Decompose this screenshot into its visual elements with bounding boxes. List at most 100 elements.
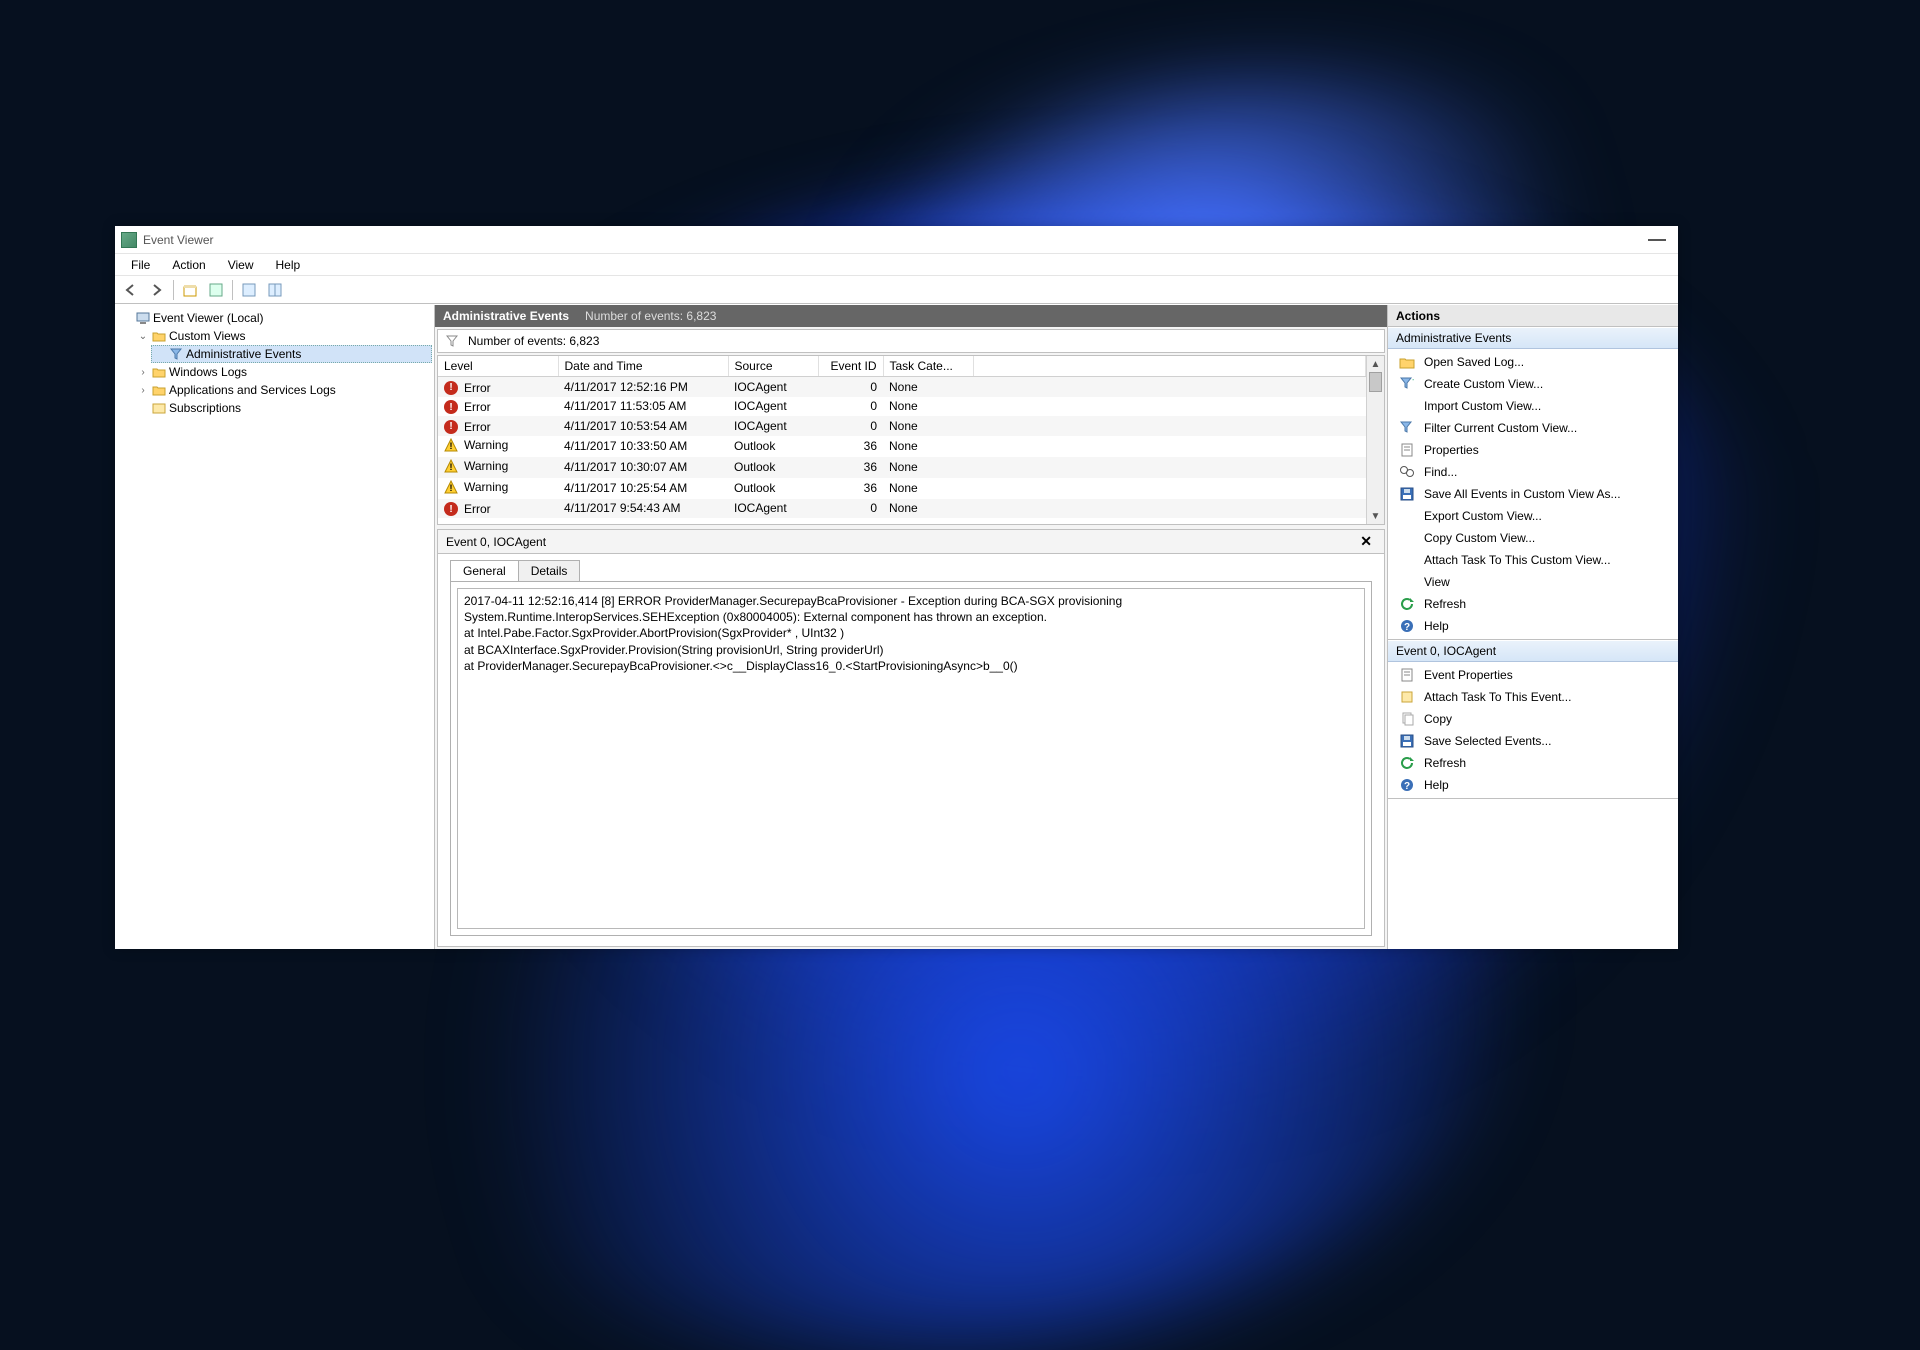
filter-bar: Number of events: 6,823 [437, 329, 1385, 353]
chevron-right-icon[interactable]: › [137, 385, 149, 396]
action-label: Copy [1424, 712, 1452, 726]
minimize-button[interactable] [1648, 239, 1666, 241]
action-item[interactable]: Save All Events in Custom View As... [1388, 483, 1678, 505]
cell-source: Outlook [728, 436, 818, 457]
table-row[interactable]: !Warning4/11/2017 10:25:54 AMOutlook36No… [438, 478, 1366, 499]
error-icon: ! [444, 502, 458, 516]
menu-help[interactable]: Help [266, 256, 311, 274]
cell-eventid: 0 [818, 499, 883, 519]
event-detail-pane: Event 0, IOCAgent ✕ General Details 2017… [437, 529, 1385, 947]
cell-eventid: 0 [818, 397, 883, 417]
error-icon: ! [444, 381, 458, 395]
toolbar-btn-4[interactable] [263, 279, 287, 301]
col-eventid[interactable]: Event ID [818, 356, 883, 377]
col-source[interactable]: Source [728, 356, 818, 377]
event-grid[interactable]: Level Date and Time Source Event ID Task… [437, 355, 1385, 525]
cell-eventid: 36 [818, 478, 883, 499]
close-detail-button[interactable]: ✕ [1356, 533, 1376, 550]
action-item[interactable]: Attach Task To This Custom View... [1388, 549, 1678, 571]
table-row[interactable]: !Error4/11/2017 9:54:43 AMIOCAgent0None [438, 499, 1366, 519]
toolbar-btn-1[interactable] [178, 279, 202, 301]
table-row[interactable]: !Warning4/11/2017 10:30:07 AMOutlook36No… [438, 457, 1366, 478]
table-row[interactable]: !Error4/11/2017 12:52:16 PMIOCAgent0None [438, 377, 1366, 397]
tree-subscriptions[interactable]: Subscriptions [135, 399, 432, 417]
tree-root[interactable]: Event Viewer (Local) [119, 309, 432, 327]
tab-general[interactable]: General [450, 560, 519, 581]
tree-custom-views[interactable]: ⌄ Custom Views [135, 327, 432, 345]
action-label: Attach Task To This Custom View... [1424, 553, 1611, 567]
tree-admin-events[interactable]: Administrative Events [151, 345, 432, 363]
action-label: Filter Current Custom View... [1424, 421, 1577, 435]
title-bar: Event Viewer [115, 226, 1678, 254]
action-item[interactable]: Find... [1388, 461, 1678, 483]
tree-app-services[interactable]: › Applications and Services Logs [135, 381, 432, 399]
tree-windows-logs[interactable]: › Windows Logs [135, 363, 432, 381]
event-viewer-window: Event Viewer File Action View Help [115, 226, 1678, 949]
action-item[interactable]: Refresh [1388, 752, 1678, 774]
grid-scrollbar[interactable]: ▲ ▼ [1366, 356, 1384, 524]
toolbar-btn-3[interactable] [237, 279, 261, 301]
scroll-down-icon[interactable]: ▼ [1367, 508, 1384, 524]
action-item[interactable]: Save Selected Events... [1388, 730, 1678, 752]
action-label: Refresh [1424, 597, 1466, 611]
action-item[interactable]: +Create Custom View... [1388, 373, 1678, 395]
chevron-right-icon[interactable]: › [137, 367, 149, 378]
action-item[interactable]: Copy Custom View... [1388, 527, 1678, 549]
chevron-down-icon[interactable]: ⌄ [137, 331, 149, 342]
action-item[interactable]: Properties [1388, 439, 1678, 461]
col-level[interactable]: Level [438, 356, 558, 377]
tab-details[interactable]: Details [518, 560, 581, 581]
center-header-count: Number of events: 6,823 [585, 309, 716, 323]
table-row[interactable]: !Error4/11/2017 10:53:54 AMIOCAgent0None [438, 416, 1366, 436]
folder-icon [151, 383, 167, 397]
action-item[interactable]: ?Help [1388, 774, 1678, 796]
menu-view[interactable]: View [218, 256, 264, 274]
cell-eventid: 36 [818, 457, 883, 478]
col-datetime[interactable]: Date and Time [558, 356, 728, 377]
back-button[interactable] [119, 279, 143, 301]
cell-datetime: 4/11/2017 10:30:07 AM [558, 457, 728, 478]
funnel-icon [1398, 421, 1416, 435]
action-item[interactable]: View [1388, 571, 1678, 593]
actions-group-admin: Administrative Events Open Saved Log...+… [1388, 327, 1678, 640]
toolbar-btn-2[interactable] [204, 279, 228, 301]
actions-group2-header: Event 0, IOCAgent [1388, 640, 1678, 662]
action-item[interactable]: Export Custom View... [1388, 505, 1678, 527]
action-item[interactable]: Filter Current Custom View... [1388, 417, 1678, 439]
grid-header-row[interactable]: Level Date and Time Source Event ID Task… [438, 356, 1366, 377]
action-item[interactable]: ?Help [1388, 615, 1678, 637]
scroll-up-icon[interactable]: ▲ [1367, 356, 1384, 372]
action-item[interactable]: Copy [1388, 708, 1678, 730]
menu-file[interactable]: File [121, 256, 160, 274]
cell-source: IOCAgent [728, 416, 818, 436]
forward-button[interactable] [145, 279, 169, 301]
props-icon [1398, 668, 1416, 682]
tree-pane[interactable]: Event Viewer (Local) ⌄ Custom Views [115, 305, 435, 949]
props-icon [1398, 443, 1416, 457]
table-row[interactable]: !Error4/11/2017 11:53:05 AMIOCAgent0None [438, 397, 1366, 417]
find-icon [1398, 465, 1416, 479]
action-label: Find... [1424, 465, 1457, 479]
action-label: Attach Task To This Event... [1424, 690, 1571, 704]
action-item[interactable]: Import Custom View... [1388, 395, 1678, 417]
event-message[interactable]: 2017-04-11 12:52:16,414 [8] ERROR Provid… [457, 588, 1365, 929]
action-item[interactable]: Open Saved Log... [1388, 351, 1678, 373]
action-item[interactable]: Event Properties [1388, 664, 1678, 686]
cell-datetime: 4/11/2017 10:25:54 AM [558, 478, 728, 499]
action-item[interactable]: Refresh [1388, 593, 1678, 615]
refresh-icon [1398, 597, 1416, 611]
cell-datetime: 4/11/2017 10:53:54 AM [558, 416, 728, 436]
cell-source: Outlook [728, 478, 818, 499]
table-row[interactable]: !Warning4/11/2017 10:33:50 AMOutlook36No… [438, 436, 1366, 457]
scroll-thumb[interactable] [1369, 372, 1382, 392]
col-taskcat[interactable]: Task Cate... [883, 356, 973, 377]
action-label: Save All Events in Custom View As... [1424, 487, 1621, 501]
cell-source: Outlook [728, 457, 818, 478]
detail-tab-body: 2017-04-11 12:52:16,414 [8] ERROR Provid… [450, 581, 1372, 936]
menu-action[interactable]: Action [162, 256, 215, 274]
action-item[interactable]: Attach Task To This Event... [1388, 686, 1678, 708]
tree-root-label: Event Viewer (Local) [153, 311, 264, 325]
action-label: Refresh [1424, 756, 1466, 770]
action-label: Save Selected Events... [1424, 734, 1551, 748]
tree-subscriptions-label: Subscriptions [169, 401, 241, 415]
